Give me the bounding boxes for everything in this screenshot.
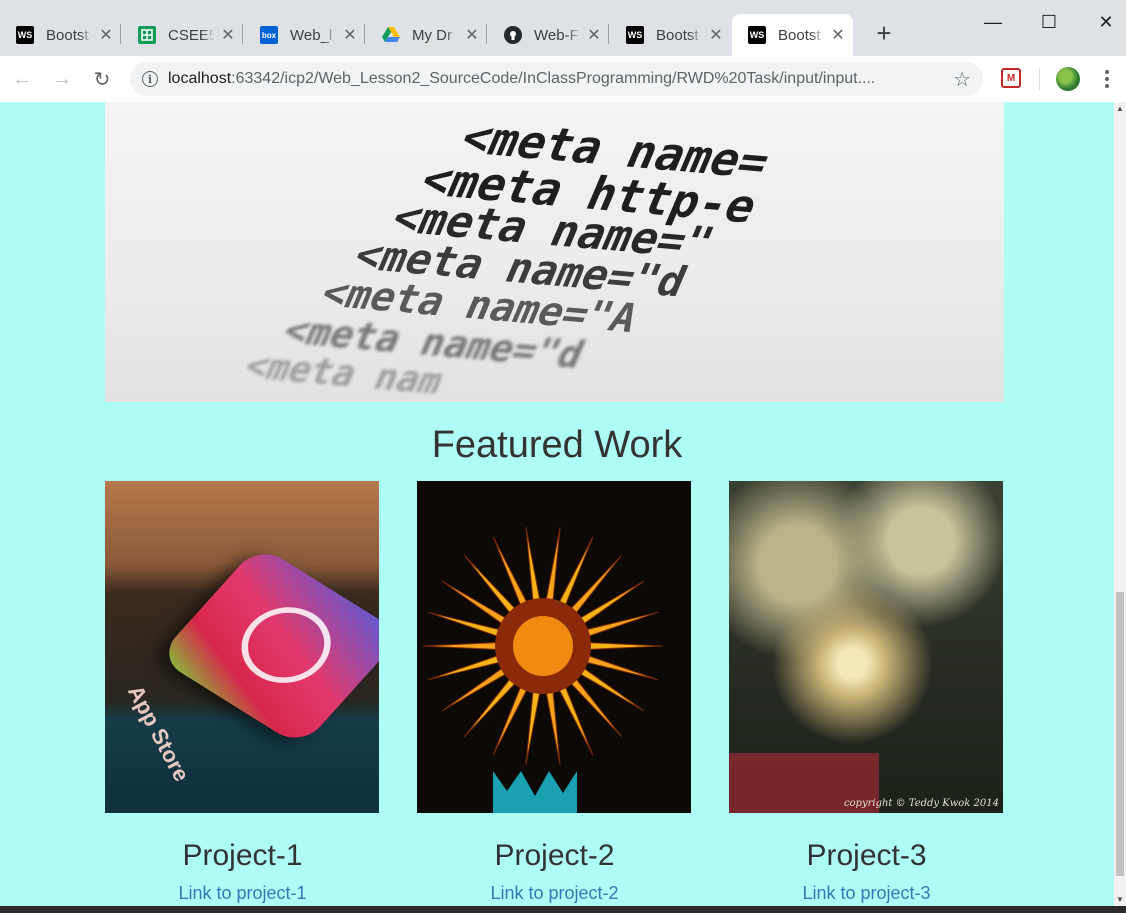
browser-toolbar: ← → ↻ i localhost:63342/icp2/Web_Lesson2… [0,56,1126,103]
tab-title: Web-F [534,26,579,44]
featured-work-heading: Featured Work [431,424,683,466]
toolbar-divider [1039,68,1040,90]
reload-button[interactable]: ↻ [89,66,115,92]
project-card-3: copyright © Teddy Kwok 2014 Project-3 Li… [729,481,1004,904]
scroll-up-icon[interactable]: ▲ [1116,104,1124,113]
project-3-title: Project-3 [806,839,927,872]
close-tab-icon[interactable]: ✕ [99,25,113,45]
project-2-image [417,481,691,813]
tab-title: CSEE5 [168,26,215,44]
tab-bootstrap-1[interactable]: WS Bootst ✕ [0,14,121,56]
flower-base [493,771,577,813]
drive-icon [382,26,400,44]
project-card-2: Project-2 Link to project-2 [417,481,692,904]
window-close-button[interactable]: ✕ [1086,8,1126,36]
sunflower-image [422,527,664,813]
tab-web-lesson[interactable]: box Web_l ✕ [244,14,365,56]
github-icon [504,26,522,44]
minimize-button[interactable]: — [973,8,1013,36]
profile-avatar[interactable] [1056,67,1080,91]
app-store-icon [156,544,379,748]
tab-github[interactable]: Web-F ✕ [488,14,609,56]
project-1-link[interactable]: Link to project-1 [105,883,380,904]
tab-strip: WS Bootst ✕ CSEE5 ✕ box Web_l ✕ My Dr ✕ … [0,0,1126,56]
tab-title: Web_l [290,26,333,44]
scrollbar-thumb[interactable] [1116,592,1124,876]
close-tab-icon[interactable]: ✕ [709,25,723,45]
url-text[interactable]: localhost:63342/icp2/Web_Lesson2_SourceC… [168,70,945,88]
address-bar[interactable]: i localhost:63342/icp2/Web_Lesson2_Sourc… [130,62,983,96]
project-card-1: App Store Project-1 Link to project-1 [105,481,380,904]
close-tab-icon[interactable]: ✕ [831,25,845,45]
forward-button[interactable]: → [49,66,75,92]
project-2-title: Project-2 [494,839,615,872]
tab-bootstrap-2[interactable]: WS Bootst ✕ [610,14,731,56]
scroll-down-icon[interactable]: ▼ [1116,895,1124,904]
ws-icon: WS [16,26,34,44]
hero-code-image: <meta name= <meta http-e <meta name=" <meta… [105,102,1004,402]
info-icon[interactable]: i [142,71,158,87]
close-tab-icon[interactable]: ✕ [465,25,479,45]
image-copyright: copyright © Teddy Kwok 2014 [843,798,999,809]
close-tab-icon[interactable]: ✕ [587,25,601,45]
flower-center [513,616,573,676]
page-viewport: <meta name= <meta http-e <meta name=" <meta… [0,102,1114,906]
extension-icon[interactable]: M [1001,68,1021,88]
project-1-title: Project-1 [182,839,303,872]
maximize-button[interactable]: ☐ [1029,8,1069,36]
project-3-link[interactable]: Link to project-3 [729,883,1004,904]
close-tab-icon[interactable]: ✕ [343,25,357,45]
url-host: localhost [168,70,232,87]
tab-title: Bootst [778,26,821,44]
bookmark-star-icon[interactable]: ☆ [953,67,971,92]
vertical-scrollbar[interactable]: ▲ ▼ [1114,102,1126,906]
sheets-icon [138,26,156,44]
ws-icon: WS [626,26,644,44]
tab-title: My Dr [412,26,452,44]
box-icon: box [260,26,278,44]
app-store-text: App Store [122,681,195,786]
new-tab-button[interactable]: + [871,20,897,48]
project-3-image: copyright © Teddy Kwok 2014 [729,481,1003,813]
project-2-link[interactable]: Link to project-2 [417,883,692,904]
browser-menu-icon[interactable] [1098,66,1116,92]
tab-csee[interactable]: CSEE5 ✕ [122,14,243,56]
ws-icon: WS [748,26,766,44]
back-button[interactable]: ← [9,66,35,92]
project-1-image: App Store [105,481,379,813]
tab-my-drive[interactable]: My Dr ✕ [366,14,487,56]
tab-title: Bootst [46,26,89,44]
url-path: :63342/icp2/Web_Lesson2_SourceCode/InCla… [231,70,876,87]
window-bottom-edge [0,906,1126,913]
tab-title: Bootst [656,26,699,44]
close-tab-icon[interactable]: ✕ [221,25,235,45]
tab-bootstrap-active[interactable]: WS Bootst ✕ [732,14,853,56]
